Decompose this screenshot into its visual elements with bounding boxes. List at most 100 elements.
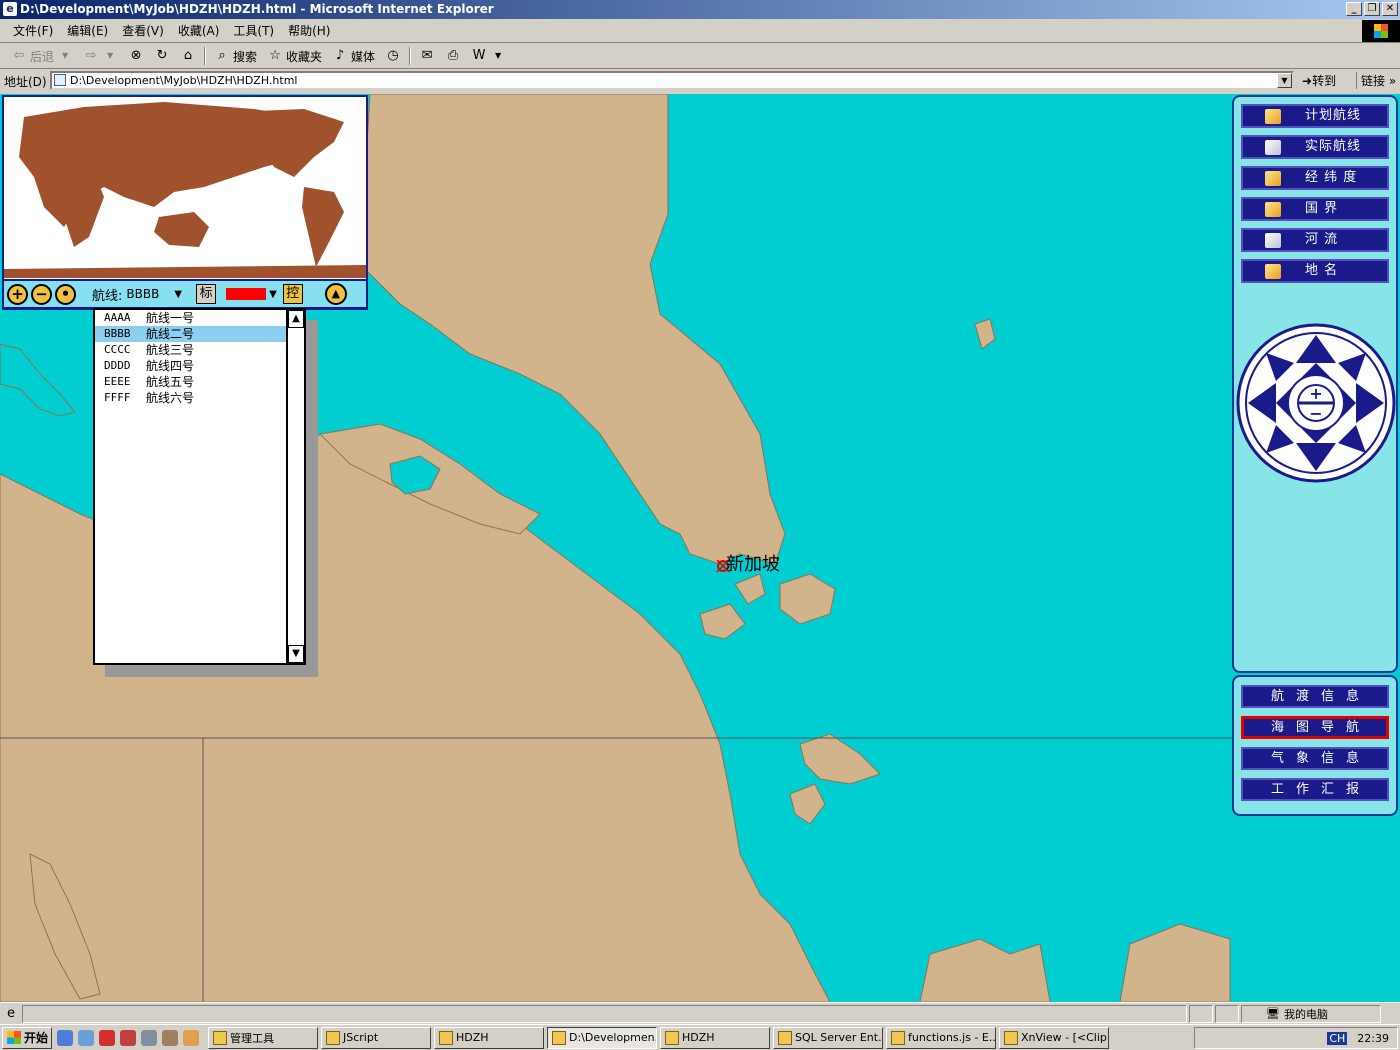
eject-button[interactable]: ▲	[324, 283, 347, 305]
world-overview-map[interactable]	[2, 95, 368, 310]
zoom-out-button[interactable]: −	[31, 283, 52, 305]
route-dropdown-arrow-icon[interactable]: ▼	[174, 289, 182, 300]
menu-edit[interactable]: 编辑(E)	[60, 20, 115, 42]
app-quicklaunch-icon[interactable]	[162, 1029, 178, 1046]
function-button[interactable]: 气象信息	[1241, 747, 1389, 770]
close-button[interactable]: ✕	[1382, 2, 1398, 16]
app-quicklaunch-icon[interactable]	[99, 1029, 115, 1046]
task-label: 管理工具	[230, 1031, 274, 1045]
media-button[interactable]: ♪ 媒体	[327, 48, 380, 65]
minimize-button[interactable]: _	[1346, 2, 1362, 16]
stop-button[interactable]: ⊗	[123, 48, 149, 64]
menu-file[interactable]: 文件(F)	[6, 20, 60, 42]
scroll-up-icon[interactable]: ▲	[288, 310, 304, 328]
address-input[interactable]: D:\Development\MyJob\HDZH\HDZH.html ▼	[50, 71, 1294, 90]
menu-favorites[interactable]: 收藏(A)	[171, 20, 227, 42]
notepad-quicklaunch-icon[interactable]	[78, 1029, 94, 1046]
route-select-value[interactable]: BBBB	[126, 287, 174, 301]
menu-tools[interactable]: 工具(T)	[226, 20, 281, 42]
route-list-item[interactable]: EEEE 航线五号	[95, 374, 304, 390]
app-quicklaunch-icon[interactable]	[120, 1029, 136, 1046]
search-button[interactable]: ⌕ 搜索	[209, 48, 262, 65]
layer-toggle-button[interactable]: 河 流	[1241, 228, 1389, 252]
taskbar-task-button[interactable]: HDZH	[434, 1026, 544, 1049]
clock: 22:39	[1357, 1031, 1389, 1045]
route-color-swatch[interactable]	[226, 288, 267, 300]
listbox-scrollbar[interactable]: ▲ ▼	[286, 310, 304, 663]
status-bar: e 🖥 我的电脑	[0, 1002, 1400, 1024]
layer-label: 经 纬 度	[1305, 170, 1358, 185]
layer-checkbox[interactable]	[1265, 140, 1281, 155]
route-list-item[interactable]: AAAA 航线一号	[95, 310, 304, 326]
history-button[interactable]: ◷	[380, 48, 406, 64]
menu-view[interactable]: 查看(V)	[115, 20, 171, 42]
app-quicklaunch-icon[interactable]	[183, 1029, 199, 1046]
favorites-button[interactable]: ☆ 收藏夹	[262, 48, 327, 65]
taskbar-task-button[interactable]: 管理工具	[208, 1026, 318, 1049]
search-icon: ⌕	[218, 48, 226, 63]
taskbar-task-button[interactable]: HDZH	[660, 1026, 770, 1049]
layer-checkbox[interactable]	[1265, 171, 1281, 186]
color-dropdown-arrow-icon[interactable]: ▼	[269, 289, 277, 300]
task-icon	[665, 1030, 679, 1045]
center-button[interactable]: •	[55, 283, 76, 305]
layer-toggle-button[interactable]: 计划航线	[1241, 104, 1389, 128]
mail-button[interactable]: ✉	[414, 48, 440, 64]
security-zone: 🖥 我的电脑	[1241, 1004, 1381, 1023]
function-panel: 航渡信息海图导航气象信息工作汇报	[1232, 675, 1398, 816]
mark-button[interactable]: 标	[196, 284, 217, 304]
app-quicklaunch-icon[interactable]	[141, 1029, 157, 1046]
zoom-in-button[interactable]: +	[7, 283, 28, 305]
refresh-button[interactable]: ↻	[149, 48, 175, 64]
control-button[interactable]: 控	[282, 284, 303, 304]
layer-toggle-button[interactable]: 实际航线	[1241, 135, 1389, 159]
taskbar-task-button[interactable]: D:\Developmen...	[547, 1026, 657, 1049]
function-button[interactable]: 海图导航	[1241, 716, 1389, 739]
page-content: 新加坡 + − • 航线: BBBB ▼ 标 ▼ 控 ▲ AAAA 航线一号 BBB…	[0, 94, 1400, 1002]
edit-button[interactable]: W ▼	[466, 48, 511, 64]
media-label: 媒体	[351, 49, 376, 64]
start-button[interactable]: 开始	[2, 1026, 52, 1049]
layer-label: 国 界	[1305, 201, 1339, 216]
address-bar: 地址(D) D:\Development\MyJob\HDZH\HDZH.htm…	[0, 69, 1400, 93]
home-button[interactable]: ⌂	[175, 48, 201, 64]
scroll-down-icon[interactable]: ▼	[288, 645, 304, 663]
function-button[interactable]: 航渡信息	[1241, 685, 1389, 708]
toolbar-separator	[204, 47, 207, 65]
taskbar-task-button[interactable]: JScript	[321, 1026, 431, 1049]
layer-checkbox[interactable]	[1265, 109, 1281, 124]
address-label: 地址(D)	[4, 74, 47, 89]
links-button[interactable]: 链接 »	[1356, 72, 1396, 89]
layer-toggle-button[interactable]: 地 名	[1241, 259, 1389, 283]
menu-bar: 文件(F) 编辑(E) 查看(V) 收藏(A) 工具(T) 帮助(H)	[0, 19, 1400, 43]
taskbar-task-button[interactable]: XnView - [<Clip...	[999, 1026, 1109, 1049]
svg-text:−: −	[1309, 404, 1322, 423]
layer-toggle-button[interactable]: 国 界	[1241, 197, 1389, 221]
route-list-item[interactable]: CCCC 航线三号	[95, 342, 304, 358]
svg-text:+: +	[1309, 384, 1322, 403]
task-label: XnView - [<Clip...	[1021, 1031, 1109, 1044]
route-code: BBBB	[104, 327, 131, 340]
forward-button[interactable]: ⇨ ▼	[78, 48, 123, 64]
back-button[interactable]: ⇦ 后退 ▼	[6, 48, 78, 65]
ie-quicklaunch-icon[interactable]	[57, 1029, 73, 1046]
taskbar-task-button[interactable]: SQL Server Ent...	[773, 1026, 883, 1049]
layer-checkbox[interactable]	[1265, 202, 1281, 217]
zone-label: 我的电脑	[1283, 1007, 1328, 1021]
route-list-item[interactable]: DDDD 航线四号	[95, 358, 304, 374]
restore-button[interactable]: ❐	[1364, 2, 1380, 16]
layer-checkbox[interactable]	[1265, 264, 1281, 279]
layer-checkbox[interactable]	[1265, 233, 1281, 248]
function-button[interactable]: 工作汇报	[1241, 778, 1389, 801]
compass-navigator[interactable]: + −	[1236, 323, 1396, 483]
print-button[interactable]: ⎙	[440, 48, 466, 64]
route-list-item[interactable]: FFFF 航线六号	[95, 390, 304, 406]
ime-indicator[interactable]: CH	[1327, 1031, 1348, 1045]
menu-help[interactable]: 帮助(H)	[281, 20, 337, 42]
address-dropdown-button[interactable]: ▼	[1277, 73, 1292, 88]
route-listbox[interactable]: AAAA 航线一号 BBBB 航线二号 CCCC 航线三号 DDDD 航线四号 EEEE 航线五号…	[93, 308, 306, 665]
go-button[interactable]: ➜转到	[1302, 72, 1336, 89]
layer-toggle-button[interactable]: 经 纬 度	[1241, 166, 1389, 190]
taskbar-task-button[interactable]: functions.js - E...	[886, 1026, 996, 1049]
route-list-item[interactable]: BBBB 航线二号	[95, 326, 304, 342]
